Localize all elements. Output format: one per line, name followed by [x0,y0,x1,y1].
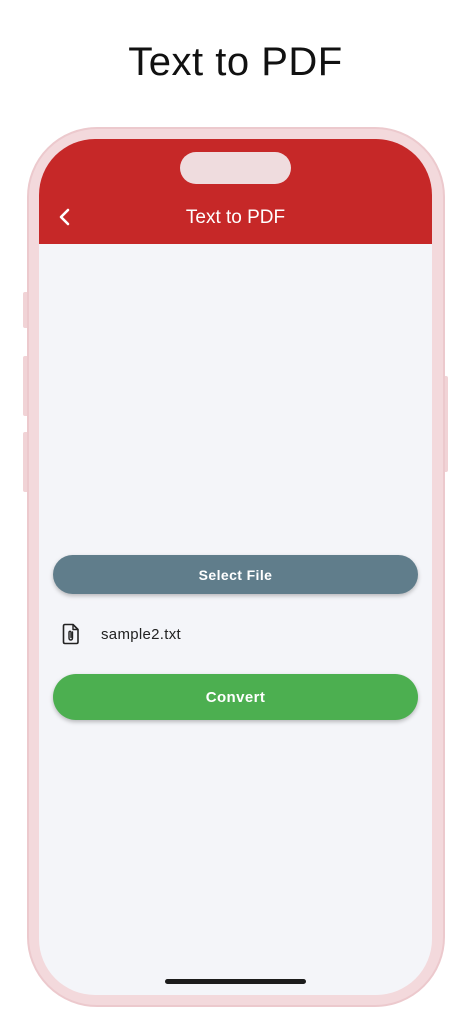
app-bar-title: Text to PDF [185,207,286,228]
selected-file-name: sample2.txt [101,625,181,643]
selected-file-row: sample2.txt [61,621,181,647]
phone-screen: Text to PDF Select File sample2.txt Conv… [39,139,432,995]
convert-button[interactable]: Convert [53,674,418,720]
home-indicator[interactable] [165,979,306,984]
promo-title: Text to PDF [128,40,343,84]
dynamic-island [180,152,291,184]
page: Text to PDF Text to PDF Select File samp… [0,0,471,1024]
select-file-button[interactable]: Select File [53,555,418,594]
file-attachment-icon [62,623,79,645]
app-bar: Text to PDF [39,139,432,244]
